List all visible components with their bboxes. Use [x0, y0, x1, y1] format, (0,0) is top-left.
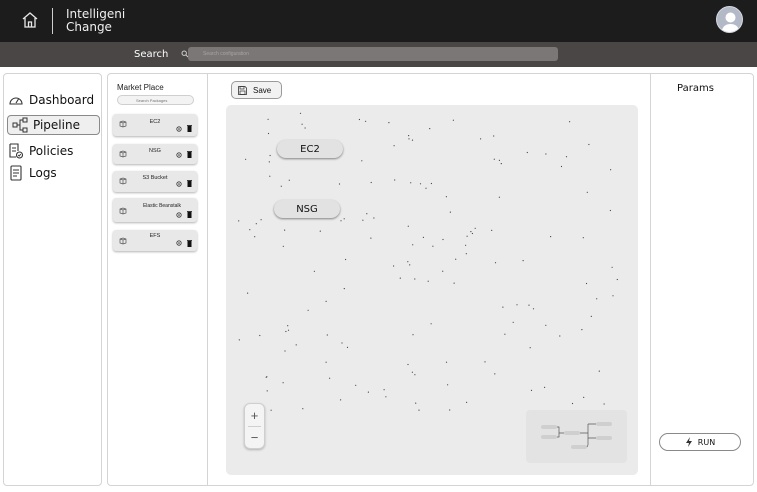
package-name: Elastic Beanstalk	[142, 203, 182, 209]
settings-icon[interactable]	[176, 212, 182, 218]
package-item-efs[interactable]: EFS	[113, 230, 197, 251]
sidebar-item-dashboard[interactable]: Dashboard	[8, 90, 98, 110]
node-label: NSG	[296, 203, 318, 215]
home-icon[interactable]	[21, 10, 39, 30]
package-search-input[interactable]	[117, 95, 194, 105]
settings-icon[interactable]	[176, 126, 182, 132]
package-name: NSG	[149, 148, 161, 154]
package-name: S3 Bucket	[142, 175, 168, 181]
canvas-node-nsg[interactable]: NSG	[274, 200, 340, 218]
sidebar-item-label: Dashboard	[29, 93, 95, 107]
package-item-ec2[interactable]: EC2	[113, 114, 197, 136]
run-button[interactable]: RUN	[659, 433, 741, 451]
save-button[interactable]: Save	[231, 81, 282, 99]
canvas-node-ec2[interactable]: EC2	[277, 140, 343, 158]
marketplace-panel: Market Place EC2 NSG S3 Bucket Elastic B…	[107, 73, 207, 486]
package-item-elastic-beanstalk[interactable]: Elastic Beanstalk	[113, 198, 197, 222]
settings-icon[interactable]	[176, 152, 182, 158]
package-item-nsg[interactable]: NSG	[113, 144, 197, 164]
save-icon	[238, 85, 247, 95]
policy-icon	[9, 143, 24, 159]
delete-icon[interactable]	[187, 240, 192, 247]
header-divider	[52, 8, 53, 34]
params-divider	[650, 73, 651, 486]
params-title: Params	[677, 83, 714, 94]
sidebar-item-policies[interactable]: Policies	[8, 141, 98, 161]
lightning-icon	[685, 437, 692, 447]
user-avatar-icon[interactable]	[716, 6, 743, 33]
zoom-in-button[interactable]: +	[245, 405, 264, 425]
top-bar: Intelligeni Change	[0, 0, 757, 42]
sidebar-item-logs[interactable]: Logs	[8, 163, 98, 183]
pipeline-canvas[interactable]: EC2 NSG + −	[226, 105, 638, 475]
delete-icon[interactable]	[187, 211, 192, 218]
zoom-controls: + −	[244, 403, 265, 449]
pipeline-icon	[12, 117, 28, 133]
delete-icon[interactable]	[187, 180, 192, 187]
minimap[interactable]	[526, 410, 627, 463]
minimap-diagram	[541, 422, 612, 449]
search-bar: Search	[0, 42, 757, 67]
package-item-s3-bucket[interactable]: S3 Bucket	[113, 171, 197, 192]
zoom-out-button[interactable]: −	[245, 427, 264, 447]
search-input[interactable]	[188, 47, 558, 61]
delete-icon[interactable]	[187, 151, 192, 158]
node-label: EC2	[300, 143, 320, 155]
brand-line-2: Change	[66, 20, 112, 34]
settings-icon[interactable]	[176, 240, 182, 246]
run-label: RUN	[697, 437, 716, 447]
sidebar-item-label: Logs	[29, 166, 57, 180]
logs-icon	[10, 165, 22, 181]
sidebar-item-pipeline[interactable]: Pipeline	[7, 115, 100, 135]
search-label: Search	[134, 49, 169, 60]
package-name: EFS	[149, 233, 161, 239]
settings-icon[interactable]	[176, 181, 182, 187]
delete-icon[interactable]	[187, 125, 192, 132]
app-brand: Intelligeni Change	[66, 8, 125, 34]
save-label: Save	[253, 85, 272, 95]
package-name: EC2	[149, 119, 161, 125]
marketplace-title: Market Place	[117, 83, 164, 92]
gauge-icon	[9, 97, 23, 105]
sidebar-item-label: Pipeline	[33, 118, 80, 132]
sidebar: Dashboard Pipeline Policies Logs	[3, 73, 102, 486]
sidebar-item-label: Policies	[29, 144, 74, 158]
